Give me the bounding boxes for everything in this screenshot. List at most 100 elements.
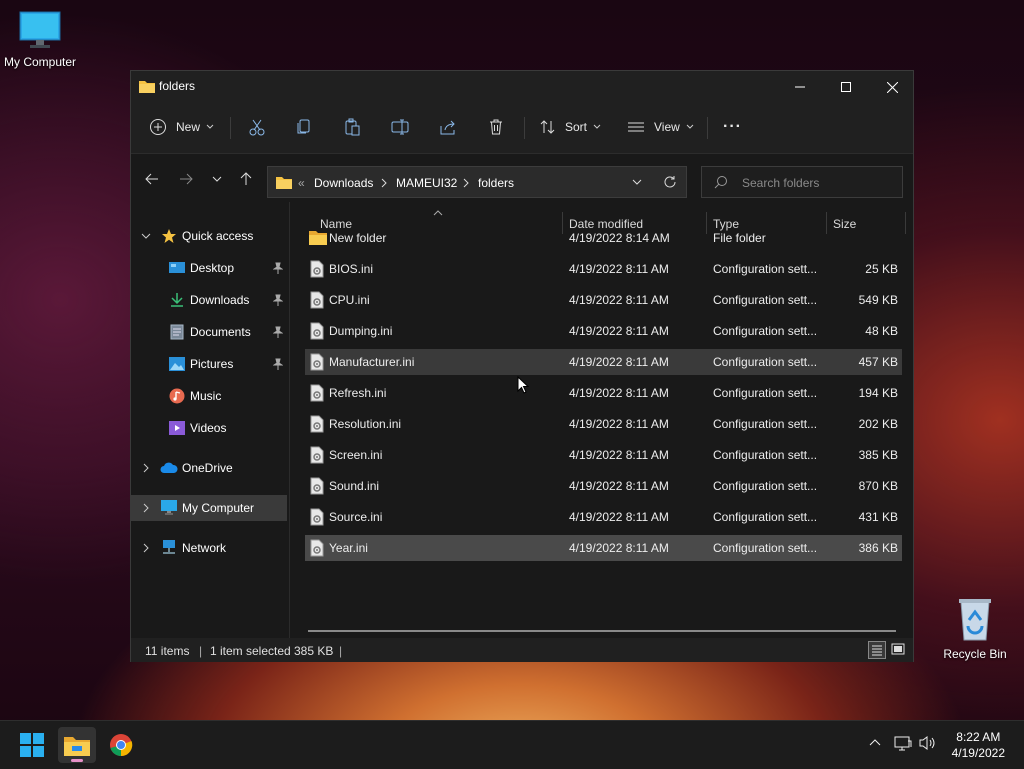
file-size: 457 KB — [858, 355, 898, 369]
minimize-button[interactable] — [777, 71, 823, 103]
breadcrumb-overflow[interactable]: « — [298, 176, 305, 190]
table-row[interactable]: Year.ini 4/19/2022 8:11 AM Configuration s… — [305, 535, 902, 561]
network-icon[interactable] — [894, 735, 912, 751]
search-input[interactable]: Search folders — [701, 166, 903, 198]
search-placeholder: Search folders — [742, 176, 820, 190]
breadcrumb-folders[interactable]: folders — [478, 176, 514, 190]
desktop-icon-recycle-bin[interactable]: Recycle Bin — [935, 596, 1015, 661]
file-date: 4/19/2022 8:11 AM — [569, 386, 669, 400]
chevron-down-icon[interactable] — [631, 176, 643, 188]
column-divider[interactable] — [905, 212, 906, 234]
nav-item-videos[interactable]: Videos — [131, 415, 287, 441]
table-row[interactable]: Source.ini 4/19/2022 8:11 AM Configuration… — [305, 504, 902, 530]
chevron-up-icon[interactable] — [868, 735, 882, 749]
clock[interactable]: 8:22 AM 4/19/2022 — [952, 729, 1005, 761]
file-name: New folder — [329, 231, 387, 245]
copy-button[interactable] — [295, 113, 313, 141]
taskbar-file-explorer[interactable] — [58, 727, 96, 763]
table-row[interactable]: BIOS.ini 4/19/2022 8:11 AM Configuration s… — [305, 256, 902, 282]
nav-item-pictures[interactable]: Pictures — [131, 351, 287, 377]
chevron-right-icon[interactable] — [380, 178, 388, 188]
table-row[interactable]: Dumping.ini 4/19/2022 8:11 AM Configuratio… — [305, 318, 902, 344]
table-row[interactable]: Screen.ini 4/19/2022 8:11 AM Configuration… — [305, 442, 902, 468]
address-bar[interactable]: « Downloads MAMEUI32 folders — [267, 166, 687, 198]
file-size: 386 KB — [858, 541, 898, 555]
nav-item-documents[interactable]: Documents — [131, 319, 287, 345]
start-button[interactable] — [13, 727, 51, 763]
horizontal-scrollbar[interactable] — [308, 630, 896, 632]
chevron-down-icon[interactable] — [141, 231, 151, 241]
nav-item-my-computer[interactable]: My Computer — [131, 495, 287, 521]
chevron-right-icon[interactable] — [141, 463, 151, 473]
breadcrumb-downloads[interactable]: Downloads — [314, 176, 373, 190]
recent-locations-button[interactable] — [206, 168, 228, 190]
sort-icon — [540, 120, 555, 134]
file-name: BIOS.ini — [329, 262, 374, 276]
table-row[interactable]: Refresh.ini 4/19/2022 8:11 AM Configuratio… — [305, 380, 902, 406]
forward-button[interactable] — [175, 168, 197, 190]
pin-icon[interactable] — [273, 326, 283, 338]
chevron-right-icon[interactable] — [141, 503, 151, 513]
table-row[interactable]: Resolution.ini 4/19/2022 8:11 AM Configura… — [305, 411, 902, 437]
file-size: 549 KB — [858, 293, 898, 307]
back-button[interactable] — [141, 168, 163, 190]
nav-item-music[interactable]: Music — [131, 383, 287, 409]
nav-label: Quick access — [182, 229, 254, 243]
window-title: folders — [159, 79, 196, 93]
share-button[interactable] — [439, 113, 457, 141]
config-file-icon — [310, 291, 324, 309]
nav-item-quick-access[interactable]: Quick access — [131, 223, 287, 249]
nav-label: Videos — [190, 421, 227, 435]
desktop-icon-label: My Computer — [3, 55, 77, 69]
up-button[interactable] — [235, 168, 257, 190]
nav-item-onedrive[interactable]: OneDrive — [131, 455, 287, 481]
see-more-button[interactable]: ··· — [723, 113, 742, 141]
table-row[interactable]: New folder 4/19/2022 8:14 AM File folder — [305, 225, 902, 251]
clock-time: 8:22 AM — [956, 730, 1001, 744]
nav-item-desktop[interactable]: Desktop — [131, 255, 287, 281]
file-type: Configuration sett... — [713, 262, 818, 276]
toolbar-divider — [230, 117, 231, 139]
arrow-right-icon — [180, 173, 193, 185]
chevron-right-icon[interactable] — [141, 543, 151, 553]
cut-button[interactable] — [248, 113, 266, 141]
chevron-right-icon[interactable] — [462, 178, 470, 188]
delete-button[interactable] — [487, 113, 505, 141]
taskbar-chrome[interactable] — [102, 727, 140, 763]
table-row[interactable]: Sound.ini 4/19/2022 8:11 AM Configuration … — [305, 473, 902, 499]
chevron-down-icon — [212, 176, 222, 182]
folder-icon — [309, 231, 327, 245]
desktop-icon-my-computer[interactable]: My Computer — [0, 10, 80, 69]
computer-icon — [19, 11, 61, 48]
config-file-icon — [310, 260, 324, 278]
file-type: Configuration sett... — [713, 417, 818, 431]
pin-icon[interactable] — [273, 262, 283, 274]
nav-item-network[interactable]: Network — [131, 535, 287, 561]
nav-item-downloads[interactable]: Downloads — [131, 287, 287, 313]
table-row[interactable]: Manufacturer.ini 4/19/2022 8:11 AM Configu… — [305, 349, 902, 375]
close-button[interactable] — [869, 71, 915, 103]
new-label: New — [176, 120, 201, 134]
maximize-button[interactable] — [823, 71, 869, 103]
refresh-icon[interactable] — [663, 175, 677, 189]
paste-button[interactable] — [343, 113, 361, 141]
view-button[interactable]: View — [627, 113, 695, 141]
new-button[interactable]: New — [149, 113, 215, 141]
active-indicator — [71, 759, 83, 762]
pin-icon[interactable] — [273, 358, 283, 370]
scissors-icon — [249, 119, 265, 136]
videos-icon — [169, 421, 185, 435]
star-icon — [162, 229, 176, 243]
sort-button[interactable]: Sort — [539, 113, 602, 141]
tiles-view-button[interactable] — [890, 641, 908, 659]
rename-button[interactable] — [391, 113, 409, 141]
file-size: 385 KB — [858, 448, 898, 462]
nav-label: Music — [190, 389, 222, 403]
pin-icon[interactable] — [273, 294, 283, 306]
volume-icon[interactable] — [919, 735, 937, 751]
details-view-button[interactable] — [868, 641, 886, 659]
nav-label: Desktop — [190, 261, 235, 275]
table-row[interactable]: CPU.ini 4/19/2022 8:11 AM Configuration se… — [305, 287, 902, 313]
title-bar[interactable]: folders — [131, 71, 913, 103]
breadcrumb-mameui32[interactable]: MAMEUI32 — [396, 176, 457, 190]
